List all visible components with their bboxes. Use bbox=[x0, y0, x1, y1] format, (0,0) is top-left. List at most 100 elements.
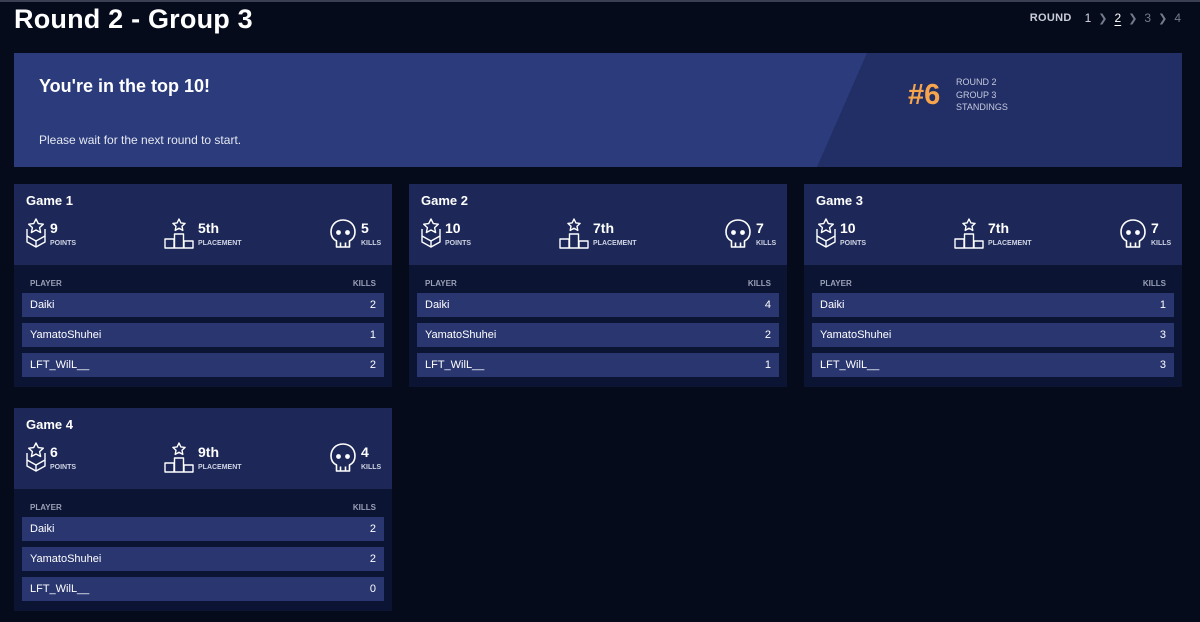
placement-label: PLACEMENT bbox=[593, 240, 637, 247]
player-kills: 2 bbox=[369, 553, 376, 565]
skull-icon bbox=[725, 219, 751, 248]
player-name: Daiki bbox=[820, 299, 845, 311]
skull-icon bbox=[330, 219, 356, 248]
column-header-player: PLAYER bbox=[425, 279, 457, 288]
chevron-star-icon bbox=[421, 218, 441, 248]
column-header-kills: KILLS bbox=[352, 279, 376, 288]
player-kills: 3 bbox=[1159, 329, 1166, 341]
points-label: POINTS bbox=[50, 240, 77, 247]
player-name: YamatoShuhei bbox=[425, 329, 497, 341]
podium-icon bbox=[164, 442, 194, 473]
podium-icon bbox=[164, 218, 194, 249]
placement-value: 7th bbox=[593, 220, 614, 236]
table-header: PLAYER KILLS bbox=[804, 265, 1182, 293]
player-name: YamatoShuhei bbox=[30, 329, 102, 341]
player-row[interactable]: LFT_WilL__ 2 bbox=[22, 353, 384, 377]
game-card-header: Game 2 10 POINTS 7th PLACEMENT 7 KILLS bbox=[409, 184, 787, 265]
placement-value: 7th bbox=[988, 220, 1009, 236]
player-list: Daiki 1 YamatoShuhei 3 LFT_WilL__ 3 bbox=[804, 293, 1182, 387]
player-row[interactable]: Daiki 1 bbox=[812, 293, 1174, 317]
chevron-right-icon: ❯ bbox=[1128, 12, 1138, 25]
chevron-right-icon: ❯ bbox=[1098, 12, 1108, 25]
player-list: Daiki 2 YamatoShuhei 2 LFT_WilL__ 0 bbox=[14, 517, 392, 611]
round-link-3[interactable]: 3 bbox=[1143, 11, 1152, 25]
placement-label: PLACEMENT bbox=[988, 240, 1032, 247]
player-row[interactable]: LFT_WilL__ 0 bbox=[22, 577, 384, 601]
player-list: Daiki 2 YamatoShuhei 1 LFT_WilL__ 2 bbox=[14, 293, 392, 387]
player-name: Daiki bbox=[425, 299, 450, 311]
player-row[interactable]: YamatoShuhei 2 bbox=[22, 547, 384, 571]
player-kills: 1 bbox=[369, 329, 376, 341]
card-bottom-padding bbox=[14, 607, 392, 611]
kills-label: KILLS bbox=[361, 464, 382, 471]
podium-icon bbox=[954, 218, 984, 249]
points-label: POINTS bbox=[445, 240, 472, 247]
player-row[interactable]: YamatoShuhei 2 bbox=[417, 323, 779, 347]
game-card: Game 1 9 POINTS 5th PLACEMENT 5 KILLS PL… bbox=[14, 184, 392, 387]
card-bottom-padding bbox=[804, 383, 1182, 387]
round-link-2[interactable]: 2 bbox=[1114, 11, 1123, 25]
placement-label: PLACEMENT bbox=[198, 240, 242, 247]
points-label: POINTS bbox=[50, 464, 77, 471]
player-row[interactable]: Daiki 2 bbox=[22, 517, 384, 541]
player-name: LFT_WilL__ bbox=[820, 359, 880, 371]
standing-label: ROUND 2 GROUP 3 STANDINGS bbox=[956, 76, 1008, 114]
chevron-star-icon bbox=[816, 218, 836, 248]
column-header-player: PLAYER bbox=[820, 279, 852, 288]
banner-title: You're in the top 10! bbox=[39, 76, 210, 96]
player-row[interactable]: Daiki 2 bbox=[22, 293, 384, 317]
kills-value: 7 bbox=[1151, 220, 1159, 236]
player-name: LFT_WilL__ bbox=[30, 359, 90, 371]
player-kills: 4 bbox=[764, 299, 771, 311]
player-name: YamatoShuhei bbox=[30, 553, 102, 565]
player-kills: 1 bbox=[764, 359, 771, 371]
player-kills: 2 bbox=[764, 329, 771, 341]
player-list: Daiki 4 YamatoShuhei 2 LFT_WilL__ 1 bbox=[409, 293, 787, 387]
column-header-player: PLAYER bbox=[30, 503, 62, 512]
standing-line: GROUP 3 bbox=[956, 89, 997, 100]
chevron-right-icon: ❯ bbox=[1158, 12, 1168, 25]
player-row[interactable]: Daiki 4 bbox=[417, 293, 779, 317]
top-divider bbox=[0, 0, 1200, 2]
chevron-star-icon bbox=[26, 442, 46, 472]
column-header-player: PLAYER bbox=[30, 279, 62, 288]
round-link-4[interactable]: 4 bbox=[1173, 11, 1182, 25]
game-title: Game 3 bbox=[816, 193, 863, 208]
game-title: Game 2 bbox=[421, 193, 468, 208]
player-row[interactable]: YamatoShuhei 1 bbox=[22, 323, 384, 347]
kills-value: 4 bbox=[361, 444, 369, 460]
player-kills: 1 bbox=[1159, 299, 1166, 311]
game-card: Game 3 10 POINTS 7th PLACEMENT 7 KILLS P… bbox=[804, 184, 1182, 387]
round-navigation: ROUND 1 ❯ 2 ❯ 3 ❯ 4 bbox=[1030, 11, 1182, 25]
kills-label: KILLS bbox=[1151, 240, 1172, 247]
page-title: Round 2 - Group 3 bbox=[14, 4, 253, 34]
kills-label: KILLS bbox=[361, 240, 382, 247]
player-kills: 3 bbox=[1159, 359, 1166, 371]
card-bottom-padding bbox=[14, 383, 392, 387]
round-nav-label: ROUND bbox=[1029, 12, 1072, 24]
kills-value: 5 bbox=[361, 220, 369, 236]
standing-line: ROUND 2 bbox=[956, 77, 997, 87]
kills-value: 7 bbox=[756, 220, 764, 236]
player-kills: 2 bbox=[369, 299, 376, 311]
points-value: 10 bbox=[445, 220, 461, 236]
kills-label: KILLS bbox=[756, 240, 777, 247]
column-header-kills: KILLS bbox=[352, 503, 376, 512]
player-row[interactable]: YamatoShuhei 3 bbox=[812, 323, 1174, 347]
player-kills: 2 bbox=[369, 359, 376, 371]
status-banner: You're in the top 10! Please wait for th… bbox=[14, 53, 1182, 167]
game-card: Game 2 10 POINTS 7th PLACEMENT 7 KILLS P… bbox=[409, 184, 787, 387]
table-header: PLAYER KILLS bbox=[14, 265, 392, 293]
round-link-1[interactable]: 1 bbox=[1084, 11, 1093, 25]
standing-line: STANDINGS bbox=[956, 102, 1008, 112]
podium-icon bbox=[559, 218, 589, 249]
skull-icon bbox=[1120, 219, 1146, 248]
chevron-star-icon bbox=[26, 218, 46, 248]
player-kills: 0 bbox=[369, 583, 376, 595]
player-row[interactable]: LFT_WilL__ 3 bbox=[812, 353, 1174, 377]
player-row[interactable]: LFT_WilL__ 1 bbox=[417, 353, 779, 377]
table-header: PLAYER KILLS bbox=[14, 489, 392, 517]
standing-rank: #6 bbox=[908, 79, 941, 111]
column-header-kills: KILLS bbox=[1142, 279, 1166, 288]
banner-message: Please wait for the next round to start. bbox=[39, 133, 242, 147]
